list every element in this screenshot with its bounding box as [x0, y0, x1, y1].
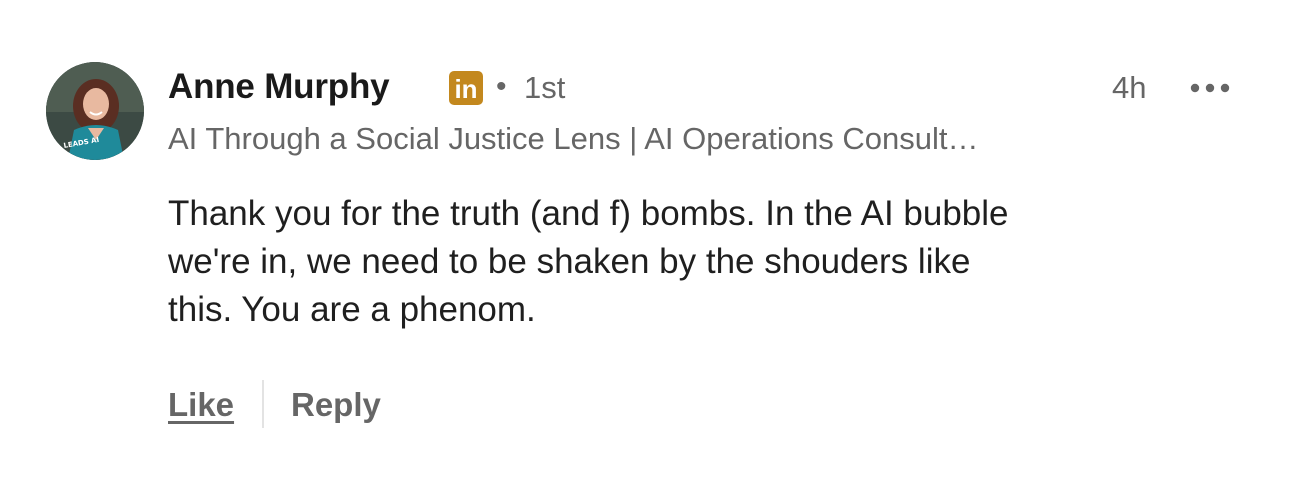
premium-badge-text: in: [454, 74, 477, 104]
more-options-icon: [1190, 83, 1230, 93]
linkedin-premium-icon: in: [448, 70, 484, 106]
comment-card: LEADS AI Anne Murphy in • 1st 4h AI Thro…: [0, 0, 1289, 500]
author-name[interactable]: Anne Murphy: [168, 66, 390, 108]
avatar[interactable]: LEADS AI: [46, 62, 144, 160]
comment-text-line: we're in, we need to be shaken by the sh…: [168, 242, 971, 281]
avatar-image: LEADS AI: [46, 62, 144, 160]
comment-text: Thank you for the truth (and f) bombs. I…: [168, 190, 1248, 334]
degree-separator: •: [496, 70, 507, 103]
reply-button[interactable]: Reply: [291, 384, 381, 426]
like-button[interactable]: Like: [168, 384, 234, 426]
comment-text-line: Thank you for the truth (and f) bombs. I…: [168, 194, 1009, 233]
action-divider: [262, 380, 264, 428]
author-headline: AI Through a Social Justice Lens | AI Op…: [168, 121, 979, 156]
comment-timestamp: 4h: [1112, 70, 1147, 105]
connection-degree: 1st: [524, 70, 566, 105]
more-options-button[interactable]: [1186, 72, 1234, 104]
comment-text-line: this. You are a phenom.: [168, 290, 536, 329]
